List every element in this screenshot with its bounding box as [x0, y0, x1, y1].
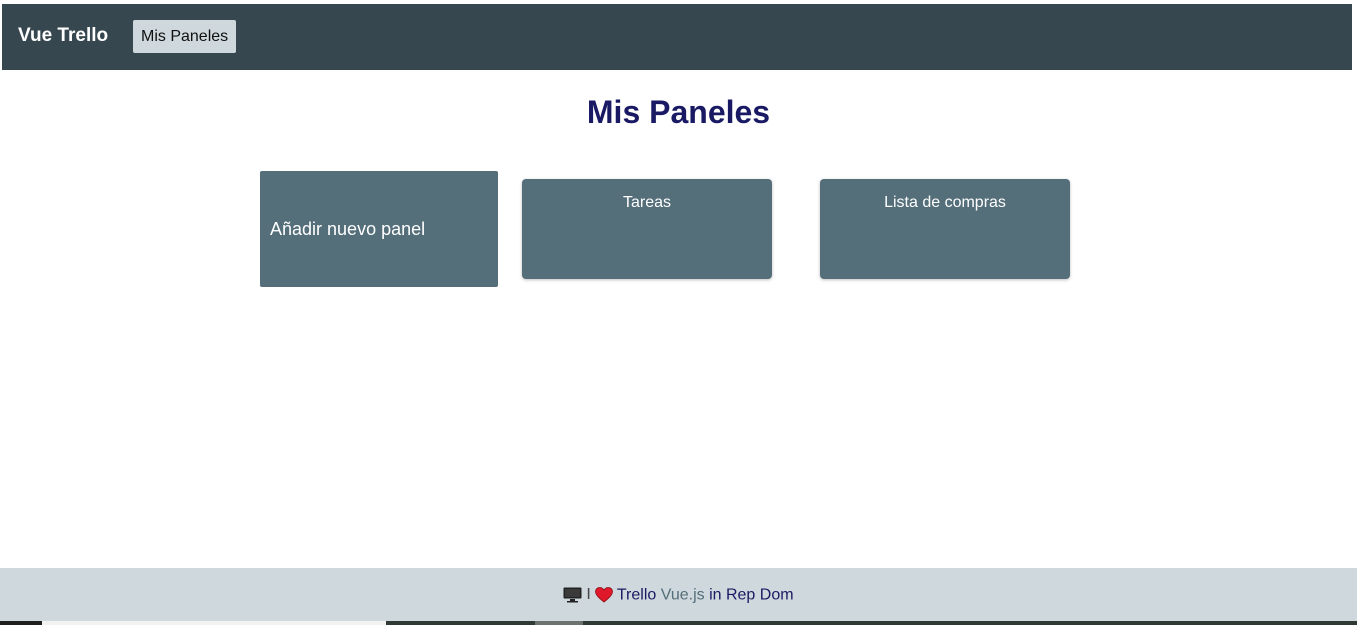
my-boards-button[interactable]: Mis Paneles [133, 20, 237, 53]
add-new-board-button[interactable]: Añadir nuevo panel [260, 171, 498, 287]
monitor-icon [563, 587, 582, 603]
board-card-lista-de-compras[interactable]: Lista de compras [820, 179, 1070, 279]
footer-vue-link[interactable]: Vue.js [661, 586, 705, 603]
footer: I Trello Vue.js in Rep Dom [0, 568, 1357, 621]
footer-trello-text: Trello [616, 586, 657, 604]
page-title: Mis Paneles [586, 94, 771, 130]
strip-segment [0, 621, 42, 625]
board-card-title: Lista de compras [884, 194, 1006, 211]
strip-segment [42, 621, 386, 625]
footer-location-text: in Rep Dom [709, 586, 794, 604]
app-page: Vue Trello Mis Paneles Mis Paneles Añadi… [0, 0, 1357, 625]
top-navbar: Vue Trello Mis Paneles [2, 4, 1352, 70]
board-card-tareas[interactable]: Tareas [522, 179, 772, 279]
strip-segment [535, 621, 583, 625]
add-new-board-label: Añadir nuevo panel [270, 219, 426, 239]
brand-logo[interactable]: Vue Trello [18, 26, 108, 46]
board-card-title: Tareas [622, 194, 672, 211]
footer-separator: I [586, 586, 591, 604]
heart-icon [594, 586, 613, 603]
